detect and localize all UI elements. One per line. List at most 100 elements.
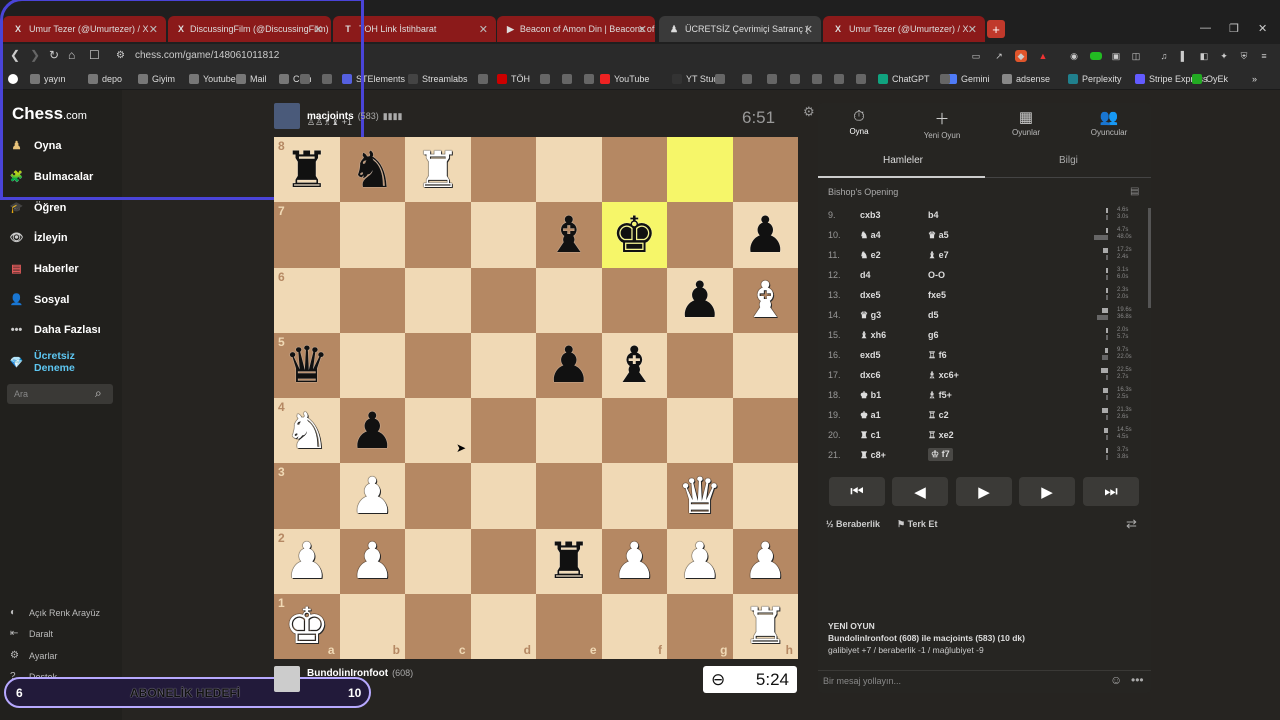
square-a1[interactable]: 1 a ♚ [274, 593, 340, 659]
square-d5[interactable] [470, 332, 536, 398]
black-move[interactable]: b4 [928, 210, 939, 220]
black-move[interactable]: ♗ xc6+ [928, 370, 959, 381]
black-move[interactable]: ♛ a5 [928, 230, 949, 241]
white-rook-icon[interactable]: ♜ [743, 601, 788, 651]
black-move[interactable]: d5 [928, 310, 939, 320]
tab-play[interactable]: ⏱ Oyna [829, 108, 889, 136]
close-tab-icon[interactable]: ✕ [149, 23, 158, 36]
bookmark-icon[interactable]: ☐ [89, 48, 100, 62]
close-window-icon[interactable]: ✕ [1258, 22, 1267, 35]
browser-tab[interactable]: T TOH Link İstihbarat ✕ [333, 16, 496, 42]
square-f4[interactable] [601, 398, 667, 464]
square-c5[interactable] [405, 332, 471, 398]
share-icon[interactable]: ↗ [993, 50, 1005, 62]
black-bishop-icon[interactable]: ♝ [546, 210, 591, 260]
sidebar-bottom-item[interactable]: ⇤ Daralt [10, 628, 53, 639]
white-move[interactable]: ♚ b1 [860, 390, 881, 401]
leo-ai-icon[interactable]: ✦ [1218, 50, 1230, 62]
white-pawn-icon[interactable]: ♟ [350, 536, 395, 586]
bookmark-favicon-icon[interactable] [562, 74, 576, 84]
white-bishop-icon[interactable]: ♝ [743, 275, 788, 325]
bookmark-item[interactable]: Giyim [138, 74, 175, 84]
square-e8[interactable] [536, 137, 602, 203]
white-move[interactable]: ♞ e2 [860, 250, 881, 261]
white-king-icon[interactable]: ♚ [284, 601, 329, 651]
chess-logo[interactable]: Chess.com [12, 104, 87, 124]
white-pawn-icon[interactable]: ♟ [350, 471, 395, 521]
bookmark-favicon-icon[interactable] [322, 74, 336, 84]
black-move[interactable]: O-O [928, 270, 945, 280]
bookmark-item[interactable]: depo [88, 74, 122, 84]
bookmark-item[interactable]: Youtube [189, 74, 236, 84]
black-move[interactable]: g6 [928, 330, 939, 340]
black-move[interactable]: ♔ f7 [928, 448, 953, 461]
square-f3[interactable] [601, 463, 667, 529]
bottom-player-avatar[interactable] [274, 666, 300, 692]
square-a5[interactable]: 5 ♛ [274, 332, 340, 398]
play-button[interactable]: ▶ [956, 477, 1012, 506]
opening-book-icon[interactable]: ▤ [1130, 186, 1139, 197]
square-b4[interactable]: ♟ [339, 398, 405, 464]
square-e2[interactable]: ♜ [536, 528, 602, 594]
white-move[interactable]: ♜ c8+ [860, 450, 886, 461]
square-d1[interactable]: d [470, 593, 536, 659]
bookmark-favicon-icon[interactable] [540, 74, 554, 84]
chess-board[interactable]: 8 ♜ ♞ ♜ 7 ♝ ♚ ♟ 6 ♟ ♝ 5 ♛ ♟ ♝ 4 ♞ ♟ 3 ♟ ♛ 2 ♟ ♟ ♜ ♟ ♟ ♟ 1 a ♚ b c d e f g h ♜ [274, 137, 798, 659]
black-rook-icon[interactable]: ♜ [546, 536, 591, 586]
sidebar-bottom-item[interactable]: ◐ Açık Renk Arayüz [10, 607, 100, 618]
next-move-button[interactable]: ▶ [1019, 477, 1075, 506]
square-b1[interactable]: b [339, 593, 405, 659]
bookmark-item[interactable]: adsense [1002, 74, 1050, 84]
square-h3[interactable] [732, 463, 798, 529]
square-c2[interactable] [405, 528, 471, 594]
close-tab-icon[interactable]: ✕ [638, 23, 647, 36]
chat-more-icon[interactable]: ••• [1131, 673, 1144, 687]
white-knight-icon[interactable]: ♞ [284, 406, 329, 456]
square-g4[interactable] [667, 398, 733, 464]
black-bishop-icon[interactable]: ♝ [612, 340, 657, 390]
chat-input[interactable]: Bir mesaj yollayın... [823, 676, 901, 686]
tab-info[interactable]: Bilgi [1059, 155, 1078, 166]
square-c3[interactable] [405, 463, 471, 529]
reload-icon[interactable]: ↻ [49, 48, 59, 62]
tab-moves[interactable]: Hamleler [883, 155, 923, 166]
white-move[interactable]: ♚ a1 [860, 410, 881, 421]
square-e4[interactable] [536, 398, 602, 464]
tab-new-game[interactable]: ＋ Yeni Oyun [912, 108, 972, 140]
square-e7[interactable]: ♝ [536, 202, 602, 268]
black-move[interactable]: ♖ xe2 [928, 430, 954, 441]
bookmark-item[interactable]: OyEk [1192, 74, 1228, 84]
square-e3[interactable] [536, 463, 602, 529]
bookmark-item[interactable]: yayın [30, 74, 66, 84]
bookmark-item[interactable]: Perplexity [1068, 74, 1122, 84]
square-a7[interactable]: 7 [274, 202, 340, 268]
sidebar-toggle-icon[interactable]: ▌ [1178, 50, 1190, 62]
draw-button[interactable]: ½ Beraberlik [826, 519, 880, 529]
close-tab-icon[interactable]: ✕ [479, 23, 488, 36]
square-g6[interactable]: ♟ [667, 267, 733, 333]
black-pawn-icon[interactable]: ♟ [546, 340, 591, 390]
top-player-avatar[interactable] [274, 103, 300, 129]
black-move[interactable]: ♝ e7 [928, 250, 949, 261]
square-d8[interactable] [470, 137, 536, 203]
square-a8[interactable]: 8 ♜ [274, 137, 340, 203]
white-queen-icon[interactable]: ♛ [677, 471, 722, 521]
bookmark-favicon-icon[interactable] [834, 74, 848, 84]
square-d6[interactable] [470, 267, 536, 333]
cast-icon[interactable]: ▭ [970, 50, 982, 62]
media-icon[interactable]: ♫ [1158, 50, 1170, 62]
first-move-button[interactable]: ⏮ [829, 477, 885, 506]
adblock-icon[interactable]: ▣ [1110, 50, 1122, 62]
browser-tab[interactable]: ♟ ÜCRETSİZ Çevrimiçi Satranç (✕ [659, 16, 821, 42]
sidebar-item[interactable]: 👁 İzleyin [8, 229, 68, 246]
board-settings-icon[interactable]: ⚙ [803, 104, 815, 120]
square-f8[interactable] [601, 137, 667, 203]
maximize-icon[interactable]: ❐ [1229, 22, 1239, 35]
square-f6[interactable] [601, 267, 667, 333]
black-rook-icon[interactable]: ♜ [284, 145, 329, 195]
square-h7[interactable]: ♟ [732, 202, 798, 268]
home-icon[interactable]: ⌂ [68, 48, 75, 62]
brave-rewards-icon[interactable]: ▲ [1037, 50, 1049, 62]
browser-tab[interactable]: X Umur Tezer (@Umurtezer) / X ✕ [823, 16, 985, 42]
bookmark-favicon-icon[interactable] [742, 74, 756, 84]
